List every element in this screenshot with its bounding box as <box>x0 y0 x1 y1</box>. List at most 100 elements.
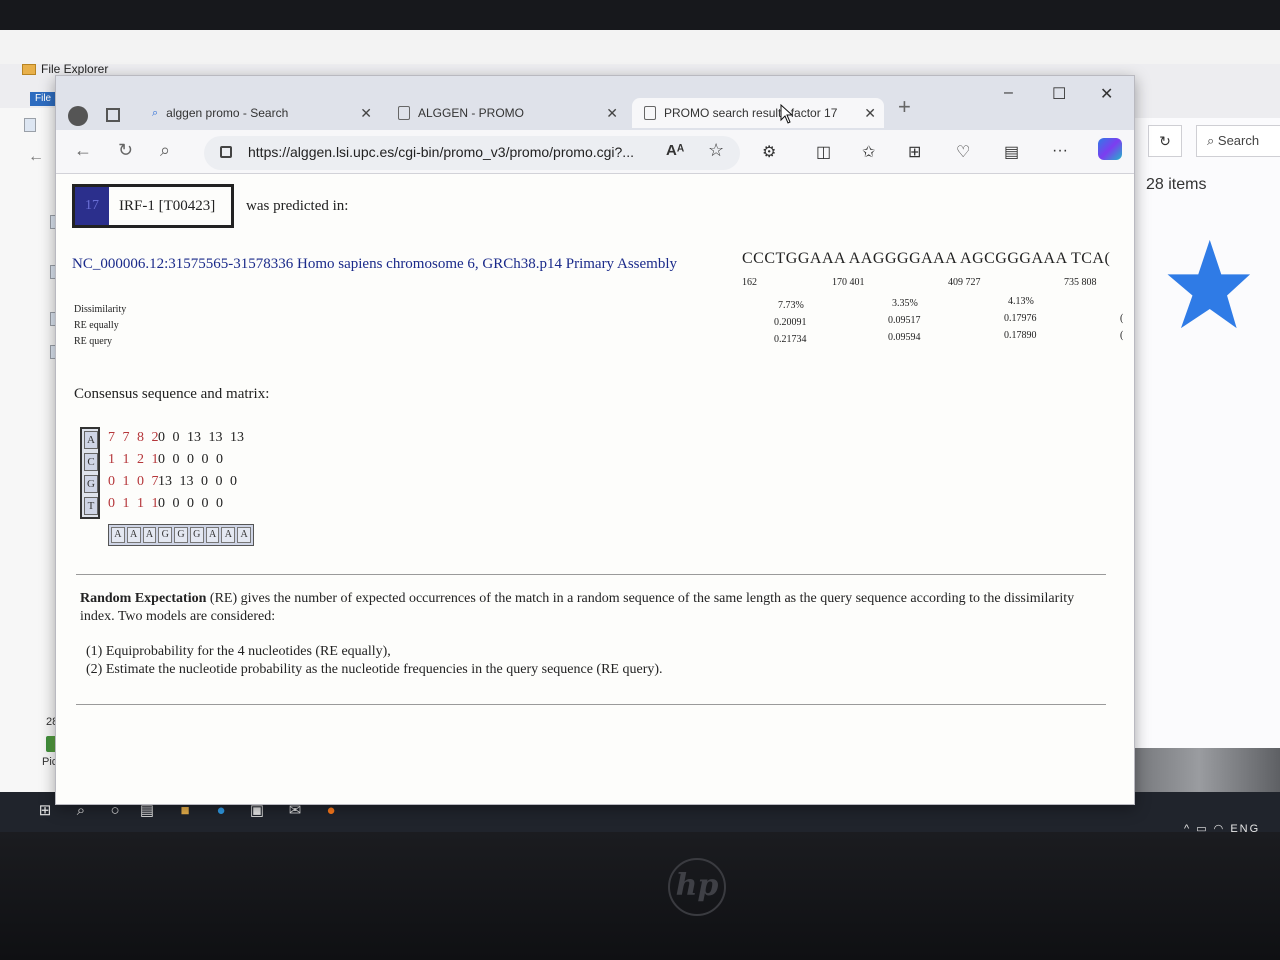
copilot-icon[interactable] <box>1098 138 1122 160</box>
position-label: 735 808 <box>1064 277 1097 288</box>
browser-window: ⌕ alggen promo - Search ✕ ALGGEN - PROMO… <box>55 75 1135 805</box>
laptop-bezel <box>0 832 1280 960</box>
file-explorer-search[interactable]: ⌕ Search <box>1196 125 1280 157</box>
folder-icon <box>22 63 36 75</box>
matrix-values: 0 0 13 13 13 <box>158 430 244 445</box>
consensus-cell: G <box>174 527 188 543</box>
close-window-icon[interactable]: ✕ <box>1100 84 1113 104</box>
page-icon <box>398 106 410 120</box>
screenshot-icon[interactable]: ▤ <box>1004 142 1019 162</box>
stat-value: 7.73% <box>778 300 804 311</box>
matrix-red-values: 7 7 8 2 <box>108 430 161 445</box>
base-column: A C G T <box>80 427 100 519</box>
lock-icon[interactable] <box>220 146 232 158</box>
more-icon[interactable]: ··· <box>1052 142 1068 160</box>
consensus-cell: A <box>237 527 252 543</box>
stat-value: 3.35% <box>892 298 918 309</box>
random-expectation-text: Random Expectation (RE) gives the number… <box>80 590 1080 626</box>
stat-value: 0.09594 <box>888 332 921 343</box>
model-1-text: (1) Equiprobability for the 4 nucleotide… <box>86 644 391 659</box>
position-label: 409 727 <box>948 277 981 288</box>
items-count: 28 items <box>1146 176 1207 193</box>
refresh-icon[interactable]: ↻ <box>1148 125 1182 157</box>
tab-promo-results[interactable]: PROMO search results factor 17 ✕ <box>632 98 884 128</box>
position-label: 162 <box>742 277 757 288</box>
back-icon[interactable]: ← <box>74 140 92 161</box>
base-cell: T <box>84 497 98 515</box>
base-cell: A <box>84 431 98 449</box>
consensus-cell: A <box>205 527 220 543</box>
factor-number[interactable]: 17 <box>75 187 109 225</box>
factor-box: 17 IRF-1 [T00423] <box>72 184 234 228</box>
url-text[interactable]: https://alggen.lsi.upc.es/cgi-bin/promo_… <box>248 144 634 160</box>
matrix-values: 0 0 0 0 0 <box>158 452 223 467</box>
consensus-cell: G <box>189 527 204 543</box>
minimize-icon[interactable]: – <box>1004 84 1013 102</box>
re-body: (RE) gives the number of expected occurr… <box>80 591 1075 624</box>
matrix-red-values: 0 1 0 7 <box>108 474 161 489</box>
matrix-red-values: 0 1 1 1 <box>108 496 161 511</box>
tab-actions-icon[interactable] <box>106 108 120 122</box>
stat-value-cutoff: ( <box>1120 313 1124 324</box>
refresh-icon[interactable]: ↻ <box>118 140 133 161</box>
windows-start-icon[interactable]: ⊞ <box>36 802 54 820</box>
photo-thumbnail <box>1118 748 1280 798</box>
stat-value: 0.17976 <box>1004 313 1037 324</box>
close-icon[interactable]: ✕ <box>360 105 372 122</box>
search-icon: ⌕ <box>152 106 159 119</box>
back-arrow-icon[interactable]: ← <box>28 148 44 166</box>
star-icon <box>1167 239 1251 329</box>
close-icon[interactable]: ✕ <box>606 105 618 122</box>
mouse-cursor-icon <box>780 104 794 124</box>
profile-icon[interactable] <box>68 106 88 126</box>
position-label: 170 401 <box>832 277 865 288</box>
model-2-text: (2) Estimate the nucleotide probability … <box>86 662 663 677</box>
re-equally-label: RE equally <box>74 320 119 331</box>
search-icon[interactable]: ⌕ <box>160 140 170 161</box>
collections-icon[interactable]: ⊞ <box>908 142 921 162</box>
tab-search[interactable]: ⌕ alggen promo - Search ✕ <box>140 98 380 128</box>
consensus-title: Consensus sequence and matrix: <box>74 386 270 402</box>
factor-name: IRF-1 [T00423] <box>119 197 216 214</box>
stat-value: 0.20091 <box>774 317 807 328</box>
new-tab-icon[interactable]: + <box>898 94 911 120</box>
sequence-label-link[interactable]: NC_000006.12:31575565-31578336 Homo sapi… <box>72 256 677 273</box>
dissimilarity-label: Dissimilarity <box>74 304 127 315</box>
consensus-sequence: A A A G G G A A A <box>108 524 254 546</box>
consensus-cell: G <box>158 527 173 543</box>
close-icon[interactable]: ✕ <box>864 105 876 122</box>
favorite-star-icon[interactable]: ☆ <box>708 140 724 161</box>
favorites-icon[interactable]: ✩ <box>862 142 875 162</box>
file-explorer-titlebar <box>0 30 1280 64</box>
pin-icon[interactable] <box>24 118 36 132</box>
split-screen-icon[interactable]: ◫ <box>816 142 831 162</box>
extensions-icon[interactable]: ⚙ <box>762 142 776 162</box>
hp-logo-icon: hp <box>668 858 726 916</box>
stat-value: 0.17890 <box>1004 330 1037 341</box>
matrix-values: 13 13 0 0 0 <box>158 474 237 489</box>
file-explorer-content <box>1118 118 1280 748</box>
base-cell: C <box>84 453 98 471</box>
predicted-text: was predicted in: <box>246 198 349 214</box>
stat-value: 0.21734 <box>774 334 807 345</box>
base-cell: G <box>84 475 98 493</box>
page-content: 17 IRF-1 [T00423] was predicted in: NC_0… <box>56 174 1134 804</box>
re-heading: Random Expectation <box>80 591 207 606</box>
divider <box>76 574 1106 575</box>
read-aloud-icon[interactable]: Aᴬ <box>666 142 684 159</box>
maximize-icon[interactable]: ☐ <box>1052 84 1066 104</box>
stat-value-cutoff: ( <box>1120 330 1124 341</box>
consensus-cell: A <box>142 527 157 543</box>
browser-essentials-icon[interactable]: ♡ <box>956 142 970 162</box>
matrix-values: 0 0 0 0 0 <box>158 496 223 511</box>
consensus-cell: A <box>221 527 236 543</box>
stat-value: 0.09517 <box>888 315 921 326</box>
sequence-text: CCCTGGAAA AAGGGGAAA AGCGGGAAA TCA( <box>742 250 1111 267</box>
consensus-cell: A <box>126 527 141 543</box>
divider <box>76 704 1106 705</box>
matrix-red-values: 1 1 2 1 <box>108 452 161 467</box>
file-explorer-title: File Explorer <box>22 62 108 76</box>
page-icon <box>644 106 656 120</box>
consensus-cell: A <box>111 527 125 543</box>
tab-alggen-promo[interactable]: ALGGEN - PROMO ✕ <box>386 98 626 128</box>
